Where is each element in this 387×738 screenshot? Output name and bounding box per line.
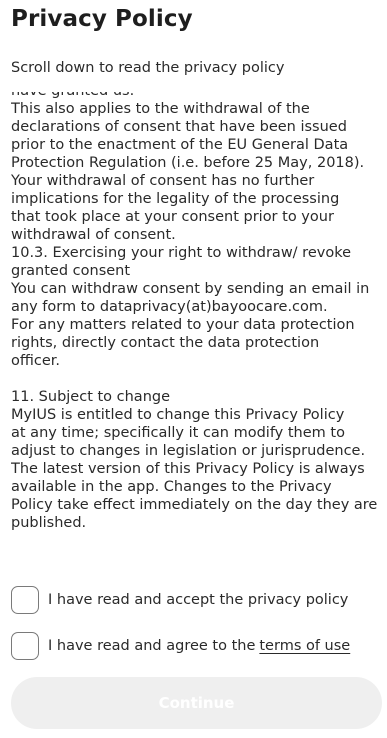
policy-text-line: any form to dataprivacy(at)bayoocare.com… xyxy=(11,299,328,315)
policy-text-line: have granted us. xyxy=(11,92,383,100)
policy-text-line: granted consent xyxy=(11,263,131,279)
privacy-consent-label: I have read and accept the privacy polic… xyxy=(48,592,349,608)
terms-consent-checkbox[interactable] xyxy=(11,632,39,660)
policy-text-line: published. xyxy=(11,515,87,531)
policy-text-line: prior to the enactment of the EU General… xyxy=(11,137,349,153)
policy-text-line: at any time; specifically it can modify … xyxy=(11,425,345,441)
policy-text-line: that took place at your consent prior to… xyxy=(11,209,334,225)
policy-text-line: implications for the legality of the pro… xyxy=(11,191,340,207)
policy-text-line: available in the app. Changes to the Pri… xyxy=(11,479,332,495)
policy-text-line: You can withdraw consent by sending an e… xyxy=(11,281,370,297)
policy-text-line: 10.3. Exercising your right to withdraw/… xyxy=(11,245,351,261)
policy-text-line: officer. xyxy=(11,353,61,369)
policy-text-line: 11. Subject to change xyxy=(11,389,171,405)
privacy-consent-row[interactable]: I have read and accept the privacy polic… xyxy=(11,584,348,616)
policy-text-line: Your withdrawal of consent has no furthe… xyxy=(11,173,315,189)
page-title: Privacy Policy xyxy=(11,6,193,32)
continue-button[interactable]: Continue xyxy=(11,677,382,729)
privacy-consent-checkbox[interactable] xyxy=(11,586,39,614)
policy-text: have granted us.This also applies to the… xyxy=(11,92,383,532)
policy-text-line: declarations of consent that have been i… xyxy=(11,119,347,135)
policy-text-line: withdrawal of consent. xyxy=(11,227,176,243)
policy-text-line: For any matters related to your data pro… xyxy=(11,317,355,333)
policy-paragraph-gap xyxy=(11,370,383,388)
policy-text-line: The latest version of this Privacy Polic… xyxy=(11,461,365,477)
terms-of-use-link[interactable]: terms of use xyxy=(259,638,350,654)
terms-consent-row[interactable]: I have read and agree to the terms of use xyxy=(11,630,350,662)
policy-text-line: MyIUS is entitled to change this Privacy… xyxy=(11,407,345,423)
terms-consent-label: I have read and agree to the xyxy=(48,638,256,654)
scroll-instruction: Scroll down to read the privacy policy xyxy=(11,60,285,76)
policy-text-line: Protection Regulation (i.e. before 25 Ma… xyxy=(11,155,365,171)
policy-text-line: This also applies to the withdrawal of t… xyxy=(11,101,310,117)
policy-text-line: Policy take effect immediately on the da… xyxy=(11,497,378,513)
policy-scroll-area[interactable]: have granted us.This also applies to the… xyxy=(11,92,383,567)
policy-text-line: adjust to changes in legislation or juri… xyxy=(11,443,366,459)
privacy-policy-screen: Privacy Policy Scroll down to read the p… xyxy=(0,0,387,738)
policy-text-line: rights, directly contact the data protec… xyxy=(11,335,320,351)
